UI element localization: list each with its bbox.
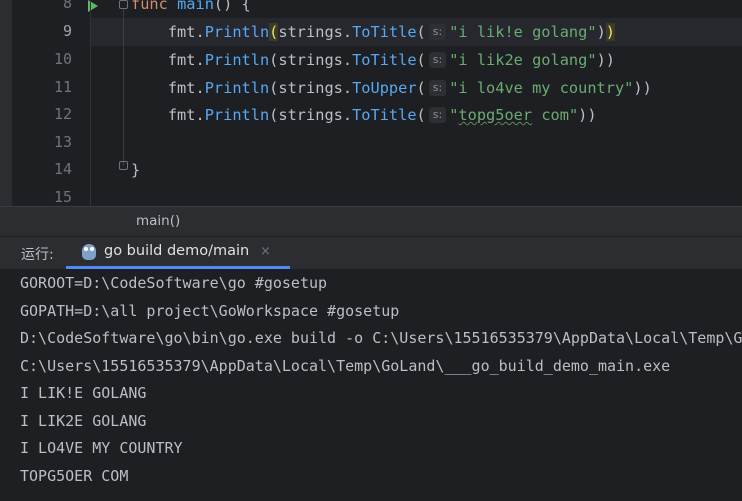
line-number: 15 [53,188,72,206]
line-number: 9 [62,22,72,40]
breadcrumb-left-strip [0,207,12,236]
typo-highlighted-word: topg5oer [458,106,533,124]
code-text: () { [213,0,251,13]
string-literal: "i lik2e golang" [449,51,597,69]
package-ref: strings [278,51,343,69]
code-line[interactable]: fmt.Println(strings.ToTitle(s: "i lik!e g… [131,18,615,46]
string-literal: com" [532,106,579,124]
console-line: I LIK2E GOLANG [20,412,147,430]
run-console-output[interactable]: GOROOT=D:\CodeSoftware\go #gosetup GOPAT… [0,269,742,501]
gutter-line: 13 [12,129,90,157]
fold-marker-icon[interactable] [119,0,128,9]
gutter-line: 15 [12,184,90,206]
parameter-hint: s: [428,24,447,40]
line-number: 13 [53,133,72,151]
fold-marker-icon[interactable] [119,161,128,170]
line-number: 8 [62,0,72,12]
gutter-divider [90,0,91,206]
string-literal: "i lo4ve my country" [449,79,634,97]
matched-paren: ( [269,23,279,41]
function-call: ToTitle [352,51,417,69]
code-line[interactable]: func main() { [131,0,251,18]
parameter-hint: s: [428,52,447,68]
run-panel-label: 运行: [21,247,54,263]
code-line[interactable]: } [131,156,140,184]
gutter-line: 11 [12,74,90,102]
package-ref: fmt [167,51,196,69]
line-number-gutter[interactable]: 8 9 10 11 12 13 14 15 [12,0,98,206]
package-ref: fmt [167,106,196,124]
package-ref: fmt [167,79,196,97]
console-line: C:\Users\15516535379\AppData\Local\Temp\… [20,357,671,375]
console-line: I LO4VE MY COUNTRY [20,439,183,457]
gopher-icon [82,244,96,260]
fold-guide [123,8,124,166]
console-line: TOPG5OER COM [20,467,129,485]
gutter-line: 10 [12,46,90,74]
function-call: Println [204,106,270,124]
string-literal: "i lik!e golang" [449,23,597,41]
package-ref: strings [278,79,343,97]
function-call: Println [204,79,270,97]
code-editor[interactable]: 8 9 10 11 12 13 14 15 func main() { fmt.… [0,0,742,206]
breadcrumb: main() [0,206,742,236]
code-line[interactable]: fmt.Println(strings.ToTitle(s: "topg5oer … [131,101,597,129]
gutter-line: 12 [12,101,90,129]
function-call: Println [204,23,270,41]
code-line[interactable]: fmt.Println(strings.ToTitle(s: "i lik2e g… [131,46,615,74]
package-ref: strings [278,106,343,124]
line-number: 12 [53,105,72,123]
run-tab-label: go build demo/main [104,243,250,259]
line-number: 11 [53,78,72,96]
package-ref: strings [278,23,343,41]
line-number: 10 [53,50,72,68]
run-tool-window-header: 运行: go build demo/main × [0,236,742,269]
breadcrumb-item-main[interactable]: main() [136,213,180,229]
editor-left-strip [0,0,12,206]
console-line: GOROOT=D:\CodeSoftware\go #gosetup [20,274,328,292]
close-icon[interactable]: × [260,244,271,259]
function-call: ToTitle [352,106,417,124]
closing-brace: } [131,161,141,179]
gutter-line: 8 [12,0,98,18]
tab-go-build-demo-main[interactable]: go build demo/main × [66,237,290,269]
function-call: ToUpper [352,79,417,97]
keyword: func [131,0,168,13]
package-ref: fmt [167,23,196,41]
gutter-line: 9 [12,18,90,46]
console-line: GOPATH=D:\all project\GoWorkspace #goset… [20,302,400,320]
matched-paren: ) [605,23,615,41]
console-line: D:\CodeSoftware\go\bin\go.exe build -o C… [20,329,742,347]
code-line[interactable]: fmt.Println(strings.ToUpper(s: "i lo4ve m… [131,74,652,102]
gutter-line: 14 [12,156,90,184]
parameter-hint: s: [428,107,447,123]
console-line: I LIK!E GOLANG [20,384,147,402]
line-number: 14 [53,160,72,178]
parameter-hint: s: [428,80,447,96]
function-call: ToTitle [352,23,417,41]
function-name: main [177,0,214,13]
function-call: Println [204,51,270,69]
